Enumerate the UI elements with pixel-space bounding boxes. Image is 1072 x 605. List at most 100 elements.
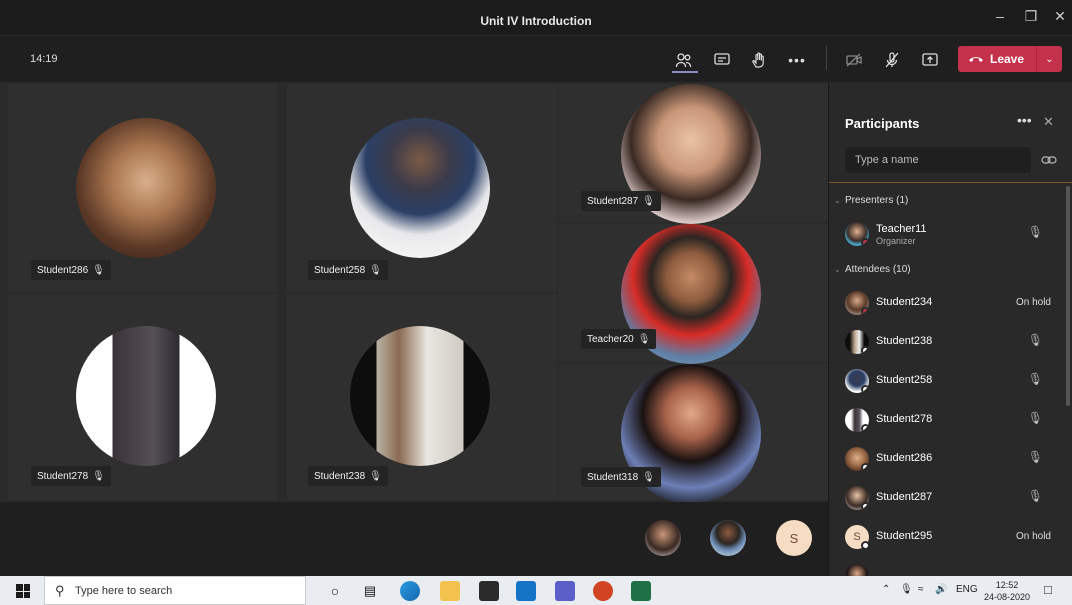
language-indicator[interactable]: ENG: [956, 584, 978, 595]
participant-row[interactable]: Student286 🎙: [829, 440, 1065, 478]
leave-label: Leave: [990, 52, 1025, 66]
panel-scrollbar[interactable]: [1066, 186, 1070, 406]
windows-start-icon[interactable]: [16, 584, 30, 598]
powerpoint-icon[interactable]: [593, 581, 613, 601]
minimize-icon[interactable]: –: [990, 8, 1010, 24]
participant-row[interactable]: S Student295 On hold: [829, 518, 1065, 556]
close-icon[interactable]: ✕: [1043, 114, 1054, 130]
mic-off-icon: 🎙: [369, 470, 382, 482]
file-explorer-icon[interactable]: [440, 581, 460, 601]
participant-name: Student258: [876, 374, 933, 386]
video-tile[interactable]: Student286 🎙: [8, 84, 278, 292]
mic-off-icon: 🎙: [642, 195, 655, 207]
chat-icon[interactable]: [711, 49, 733, 71]
mic-off-icon: 🎙: [642, 471, 655, 483]
taskbar: ⚲ Type here to search ○ ▤ ⌃ 🎙 ≈ 🔊 ENG 12…: [0, 576, 1072, 605]
mic-off-icon: 🎙: [637, 333, 651, 345]
panel-title: Participants: [845, 116, 920, 131]
camera-off-icon[interactable]: [843, 49, 865, 71]
edge-icon[interactable]: [400, 581, 420, 601]
participant-video: [350, 118, 490, 258]
participant-row[interactable]: [829, 557, 1065, 576]
volume-icon[interactable]: 🔊: [935, 584, 947, 595]
participant-initial-avatar[interactable]: S: [776, 520, 812, 556]
participant-video: [350, 326, 490, 466]
participant-status: On hold: [1015, 297, 1051, 308]
video-tile[interactable]: Student278 🎙: [8, 294, 278, 500]
tile-name: Student278: [37, 470, 89, 482]
divider: [829, 182, 1072, 183]
taskbar-date: 24-08-2020: [984, 592, 1031, 602]
mic-off-icon: 🎙: [369, 264, 382, 276]
participant-row[interactable]: Student287 🎙: [829, 479, 1065, 517]
mic-icon[interactable]: 🎙: [900, 584, 913, 595]
participant-video: [76, 326, 216, 466]
chevron-down-icon[interactable]: ⌄: [834, 196, 841, 205]
notification-icon[interactable]: □: [1044, 582, 1052, 597]
tile-name: Student286: [37, 264, 89, 276]
teams-icon[interactable]: [555, 581, 575, 601]
participant-row[interactable]: Student238 🎙: [829, 323, 1065, 361]
close-icon[interactable]: ✕: [1050, 8, 1070, 25]
participant-name: Student238: [876, 335, 933, 347]
name-tag: Teacher20 🎙: [581, 329, 657, 349]
attendees-header[interactable]: Attendees (10): [845, 264, 911, 275]
more-icon[interactable]: •••: [786, 49, 808, 71]
share-invite-icon[interactable]: [1041, 153, 1057, 167]
mic-off-icon[interactable]: [881, 49, 903, 71]
mic-off-icon: 🎙: [1027, 450, 1043, 464]
avatar: [845, 447, 869, 471]
mic-off-icon: 🎙: [92, 470, 105, 482]
chevron-up-icon[interactable]: ⌃: [882, 584, 890, 595]
chevron-down-icon[interactable]: ⌄: [834, 265, 841, 274]
participant-search-input[interactable]: Type a name: [845, 147, 1031, 173]
share-screen-icon[interactable]: [919, 49, 941, 71]
avatar: [845, 408, 869, 432]
more-icon[interactable]: •••: [1017, 112, 1032, 128]
raise-hand-icon[interactable]: [748, 49, 770, 71]
restore-icon[interactable]: ❐: [1021, 8, 1041, 25]
participant-name: Student234: [876, 296, 933, 308]
tile-name: Student287: [587, 195, 639, 207]
tile-name: Student318: [587, 471, 639, 483]
excel-icon[interactable]: [631, 581, 651, 601]
taskbar-clock[interactable]: 12:52 24-08-2020: [984, 579, 1030, 603]
participant-avatar[interactable]: [645, 520, 681, 556]
video-tile[interactable]: Student287 🎙: [558, 84, 828, 224]
video-tile[interactable]: Student318 🎙: [558, 364, 828, 504]
participant-video: [76, 118, 216, 258]
participant-row[interactable]: Teacher11 Organizer 🎙: [829, 215, 1065, 253]
network-icon[interactable]: ≈: [918, 584, 924, 595]
participant-role: Organizer: [876, 236, 916, 246]
name-tag: Student238 🎙: [308, 466, 388, 486]
tile-name: Teacher20: [587, 333, 634, 345]
video-tile[interactable]: Student238 🎙: [287, 294, 557, 500]
participant-row[interactable]: Student234 On hold: [829, 284, 1065, 322]
mail-icon[interactable]: [516, 581, 536, 601]
chevron-down-icon[interactable]: ⌄: [1036, 46, 1062, 72]
avatar: [845, 291, 869, 315]
tile-name: Student258: [314, 264, 366, 276]
leave-button[interactable]: Leave ⌄: [958, 46, 1062, 72]
cortana-icon[interactable]: ○: [325, 581, 345, 601]
tile-name: Student238: [314, 470, 366, 482]
meeting-toolbar: 14:19: [0, 36, 1072, 82]
presenters-header[interactable]: Presenters (1): [845, 195, 908, 206]
people-icon[interactable]: [673, 49, 695, 71]
avatar: [845, 369, 869, 393]
participant-avatar[interactable]: [710, 520, 746, 556]
participant-row[interactable]: Student278 🎙: [829, 401, 1065, 439]
participant-name: Student278: [876, 413, 933, 425]
video-tile[interactable]: Teacher20 🎙: [558, 224, 828, 364]
avatar: S: [845, 525, 870, 550]
task-view-icon[interactable]: ▤: [360, 581, 380, 601]
taskbar-search-input[interactable]: ⚲ Type here to search: [44, 576, 306, 605]
name-tag: Student278 🎙: [31, 466, 111, 486]
video-tile[interactable]: Student258 🎙: [287, 84, 557, 292]
store-icon[interactable]: [479, 581, 499, 601]
name-tag: Student287 🎙: [581, 191, 661, 211]
participant-row[interactable]: Student258 🎙: [829, 362, 1065, 400]
participant-name: Student295: [876, 530, 933, 542]
name-tag: Student318 🎙: [581, 467, 661, 487]
mic-off-icon: 🎙: [1027, 333, 1043, 347]
